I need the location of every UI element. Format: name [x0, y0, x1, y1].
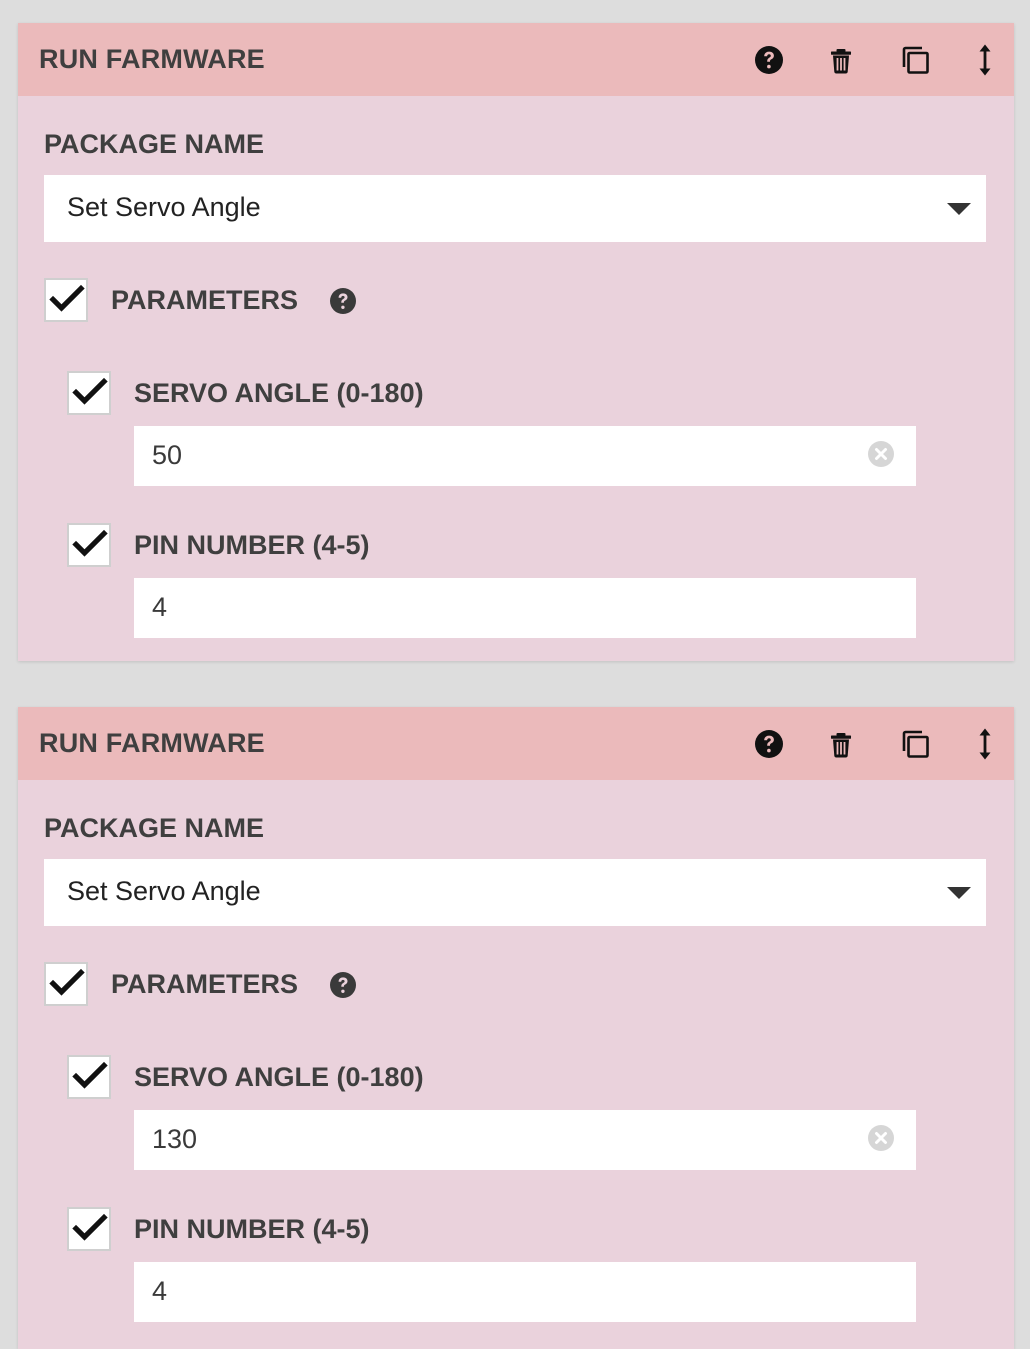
servo-angle-input[interactable]: 130	[134, 1110, 916, 1170]
trash-icon[interactable]	[824, 43, 858, 77]
parameters-checkbox[interactable]	[44, 278, 88, 322]
help-icon[interactable]	[752, 43, 786, 77]
checkmark-icon	[49, 968, 85, 996]
trash-icon[interactable]	[824, 727, 858, 761]
servo-angle-value: 130	[152, 1124, 198, 1154]
checkmark-icon	[72, 1213, 108, 1241]
parameters-help-icon[interactable]	[328, 286, 358, 316]
drag-handle-icon[interactable]	[968, 727, 1002, 761]
parameters-checkbox[interactable]	[44, 962, 88, 1006]
checkmark-icon	[72, 529, 108, 557]
checkmark-icon	[72, 1061, 108, 1089]
package-name-value: Set Servo Angle	[67, 192, 261, 222]
checkmark-icon	[49, 284, 85, 312]
servo-angle-label: SERVO ANGLE (0-180)	[134, 378, 424, 408]
step-title: RUN FARMWARE	[39, 728, 265, 758]
chevron-down-icon	[947, 887, 971, 899]
package-name-label: PACKAGE NAME	[44, 813, 265, 843]
run-farmware-step: RUN FARMWARE PACKAGE NAME Set Servo Angl…	[18, 707, 1014, 1349]
parameters-label: PARAMETERS	[111, 969, 299, 999]
pin-number-value: 4	[152, 592, 168, 622]
step-title: RUN FARMWARE	[39, 44, 265, 74]
package-name-value: Set Servo Angle	[67, 876, 261, 906]
pin-number-label: PIN NUMBER (4-5)	[134, 530, 370, 560]
servo-angle-checkbox[interactable]	[67, 1055, 111, 1099]
step-header: RUN FARMWARE	[18, 707, 1014, 780]
pin-number-input[interactable]: 4	[134, 1262, 916, 1322]
chevron-down-icon	[947, 203, 971, 215]
run-farmware-step: RUN FARMWARE PACKAGE NAME Set Servo Angl…	[18, 23, 1014, 661]
package-name-label: PACKAGE NAME	[44, 129, 265, 159]
clear-icon[interactable]	[867, 1124, 895, 1152]
pin-number-checkbox[interactable]	[67, 523, 111, 567]
package-name-select[interactable]: Set Servo Angle	[44, 175, 986, 242]
parameters-help-icon[interactable]	[328, 970, 358, 1000]
step-header: RUN FARMWARE	[18, 23, 1014, 96]
drag-handle-icon[interactable]	[968, 43, 1002, 77]
duplicate-icon[interactable]	[898, 727, 932, 761]
clear-icon[interactable]	[867, 440, 895, 468]
duplicate-icon[interactable]	[898, 43, 932, 77]
servo-angle-value: 50	[152, 440, 183, 470]
servo-angle-label: SERVO ANGLE (0-180)	[134, 1062, 424, 1092]
pin-number-value: 4	[152, 1276, 168, 1306]
help-icon[interactable]	[752, 727, 786, 761]
servo-angle-input[interactable]: 50	[134, 426, 916, 486]
servo-angle-checkbox[interactable]	[67, 371, 111, 415]
pin-number-label: PIN NUMBER (4-5)	[134, 1214, 370, 1244]
checkmark-icon	[72, 377, 108, 405]
parameters-label: PARAMETERS	[111, 285, 299, 315]
pin-number-input[interactable]: 4	[134, 578, 916, 638]
pin-number-checkbox[interactable]	[67, 1207, 111, 1251]
package-name-select[interactable]: Set Servo Angle	[44, 859, 986, 926]
